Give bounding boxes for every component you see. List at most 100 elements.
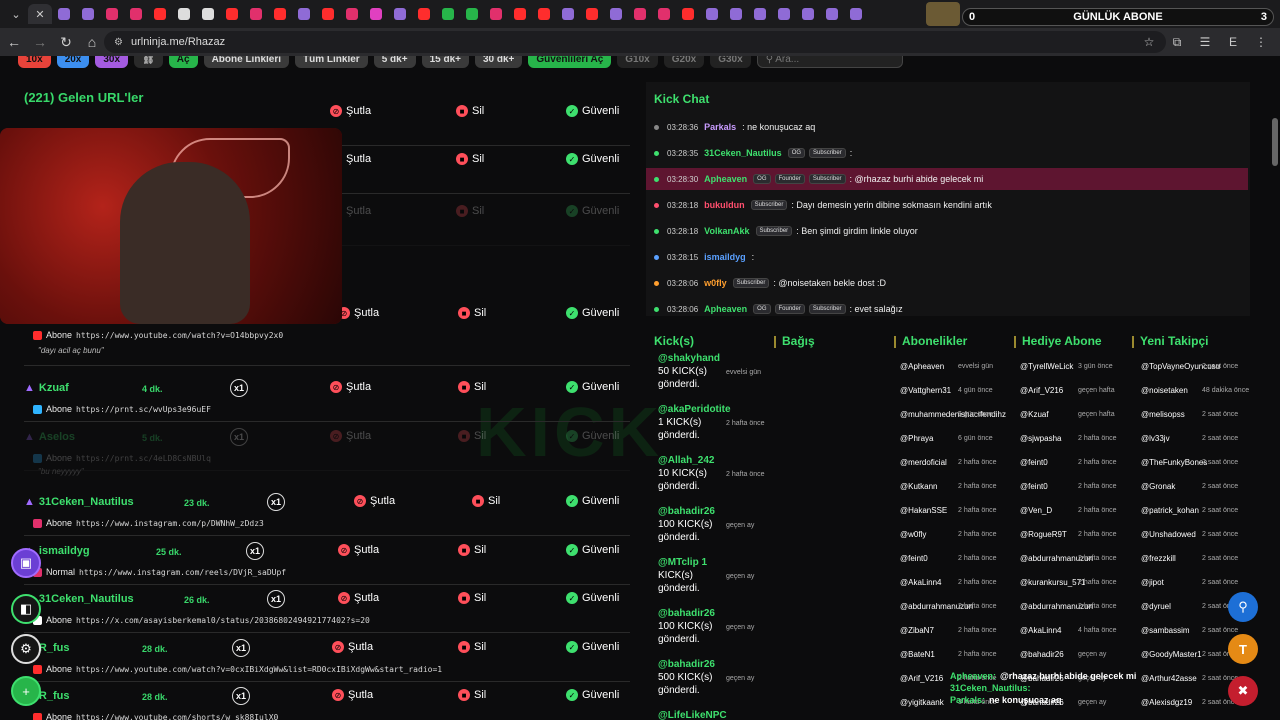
browser-tab[interactable] <box>52 4 76 24</box>
row-link[interactable]: Abone https://www.youtube.com/shorts/w_sk… <box>33 712 278 720</box>
message-author[interactable]: 31Ceken_Nautilus <box>704 148 782 158</box>
browser-tab[interactable] <box>844 4 868 24</box>
delete-button[interactable]: ■ Sil <box>456 105 484 117</box>
back-arrow-icon[interactable]: ← <box>2 30 26 54</box>
message-author[interactable]: Apheaven <box>704 174 747 184</box>
filter-button[interactable]: 30 dk+ <box>474 56 523 68</box>
ban-button[interactable]: ⊘Şutla <box>332 689 373 701</box>
browser-tab[interactable] <box>796 4 820 24</box>
remove-user-fab-icon[interactable]: ✖ <box>1228 676 1258 706</box>
message-author[interactable]: Apheaven <box>704 304 747 314</box>
browser-tab[interactable] <box>484 4 508 24</box>
search-fab-icon[interactable]: ⚲ <box>1228 592 1258 622</box>
delete-button[interactable]: ■ Sil <box>458 430 486 442</box>
filter-button[interactable]: G30x <box>710 56 751 68</box>
message-author[interactable]: w0fly <box>704 278 727 288</box>
settings-gear-icon[interactable]: ⚙ <box>11 634 41 664</box>
browser-tab[interactable] <box>364 4 388 24</box>
page-scrollbar[interactable] <box>1272 118 1278 166</box>
row-link[interactable]: Abone https://x.com/asayisberkemal0/statu… <box>33 615 370 625</box>
row-link[interactable]: Abone https://prnt.sc/4eLD8CsNBUlq <box>33 453 211 463</box>
message-author[interactable]: bukuldun <box>704 200 745 210</box>
browser-tab[interactable] <box>268 4 292 24</box>
row-username[interactable]: ▲ Kzuaf <box>24 382 69 394</box>
ban-button[interactable]: ⊘Şutla <box>354 495 395 507</box>
safe-button[interactable]: ✓ Güvenli <box>566 495 619 507</box>
delete-button[interactable]: ■ Sil <box>458 592 486 604</box>
row-link[interactable]: Abone https://www.instagram.com/p/DWNhW_z… <box>33 518 264 528</box>
filter-button[interactable]: Tüm Linkler <box>295 56 368 68</box>
browser-tab[interactable] <box>748 4 772 24</box>
browser-tab[interactable] <box>820 4 844 24</box>
safe-button[interactable]: ✓ Güvenli <box>566 592 619 604</box>
browser-tab[interactable] <box>628 4 652 24</box>
row-link[interactable]: Abone https://www.youtube.com/watch?v=0cx… <box>33 664 442 674</box>
site-info-icon[interactable]: ⚙ <box>114 37 123 48</box>
safe-button[interactable]: ✓ Güvenli <box>566 430 619 442</box>
extensions-icon[interactable]: ⧉ <box>1166 31 1188 53</box>
browser-tab[interactable] <box>196 4 220 24</box>
browser-tab[interactable] <box>508 4 532 24</box>
browser-tab[interactable] <box>436 4 460 24</box>
safe-button[interactable]: ✓ Güvenli <box>566 381 619 393</box>
filter-button[interactable]: G20x <box>663 56 705 68</box>
profile-avatar[interactable]: E <box>1222 31 1244 53</box>
add-user-button[interactable]: + <box>11 676 41 706</box>
browser-tab[interactable] <box>772 4 796 24</box>
menu-kebab-icon[interactable]: ⋮ <box>1250 31 1272 53</box>
message-author[interactable]: Parkals <box>704 122 736 132</box>
safe-button[interactable]: ✓ Güvenli <box>566 641 619 653</box>
browser-tab[interactable] <box>172 4 196 24</box>
browser-tab[interactable] <box>316 4 340 24</box>
safe-button[interactable]: ✓ Güvenli <box>566 105 619 117</box>
row-link[interactable]: Abone https://prnt.sc/wvUps3e96uEF <box>33 404 211 414</box>
reload-icon[interactable]: ↻ <box>54 30 78 54</box>
row-username[interactable]: ▲ Aselos <box>24 431 75 443</box>
delete-button[interactable]: ■ Sil <box>456 205 484 217</box>
browser-tab[interactable] <box>76 4 100 24</box>
delete-button[interactable]: ■ Sil <box>458 381 486 393</box>
ban-button[interactable]: ⊘Şutla <box>338 544 379 556</box>
browser-tab[interactable] <box>340 4 364 24</box>
message-author[interactable]: ismaildyg <box>704 252 746 262</box>
delete-button[interactable]: ■ Sil <box>458 641 486 653</box>
tab-active[interactable]: ✕ <box>28 4 52 24</box>
delete-button[interactable]: ■ Sil <box>472 495 500 507</box>
safe-button[interactable]: ✓ Güvenli <box>566 689 619 701</box>
browser-tab[interactable] <box>556 4 580 24</box>
filter-button[interactable]: Aç <box>168 56 198 68</box>
browser-tab[interactable] <box>388 4 412 24</box>
ban-button[interactable]: ⊘Şutla <box>338 307 379 319</box>
filter-search-input[interactable]: ⚲ Ara... <box>756 56 903 68</box>
delete-button[interactable]: ■ Sil <box>458 544 486 556</box>
browser-tab[interactable] <box>412 4 436 24</box>
kick-button[interactable]: ◧ <box>11 594 41 624</box>
ban-button[interactable]: ⊘Şutla <box>330 381 371 393</box>
browser-tab[interactable] <box>244 4 268 24</box>
browser-tab[interactable] <box>124 4 148 24</box>
filter-button[interactable]: Abone Linkleri <box>203 56 290 68</box>
bookmark-star-icon[interactable]: ☆ <box>1138 31 1160 53</box>
browser-tab[interactable] <box>652 4 676 24</box>
link-filter-icon[interactable]: ⛓ <box>134 56 163 68</box>
tab-list-button[interactable]: ⌄ <box>4 4 28 24</box>
delete-button[interactable]: ■ Sil <box>456 153 484 165</box>
browser-tab[interactable] <box>724 4 748 24</box>
safe-button[interactable]: ✓ Güvenli <box>566 544 619 556</box>
filter-button[interactable]: 5 dk+ <box>373 56 416 68</box>
reading-list-icon[interactable]: ☰ <box>1194 31 1216 53</box>
row-link[interactable]: Abone https://www.youtube.com/watch?v=O14… <box>33 330 283 340</box>
row-link[interactable]: Normal https://www.instagram.com/reels/DV… <box>33 567 286 577</box>
ban-button[interactable]: ⊘Şutla <box>330 430 371 442</box>
browser-tab[interactable] <box>100 4 124 24</box>
home-icon[interactable]: ⌂ <box>80 30 104 54</box>
forward-arrow-icon[interactable]: → <box>28 30 52 54</box>
ban-button[interactable]: ⊘Şutla <box>338 592 379 604</box>
address-bar[interactable]: ⚙ urlninja.me/Rhazaz <box>104 31 1166 53</box>
browser-tab[interactable] <box>580 4 604 24</box>
filter-button[interactable]: G10x <box>617 56 658 68</box>
safe-button[interactable]: ✓ Güvenli <box>566 205 619 217</box>
filter-button[interactable]: 15 dk+ <box>421 56 469 68</box>
browser-tab[interactable] <box>460 4 484 24</box>
browser-tab[interactable] <box>148 4 172 24</box>
